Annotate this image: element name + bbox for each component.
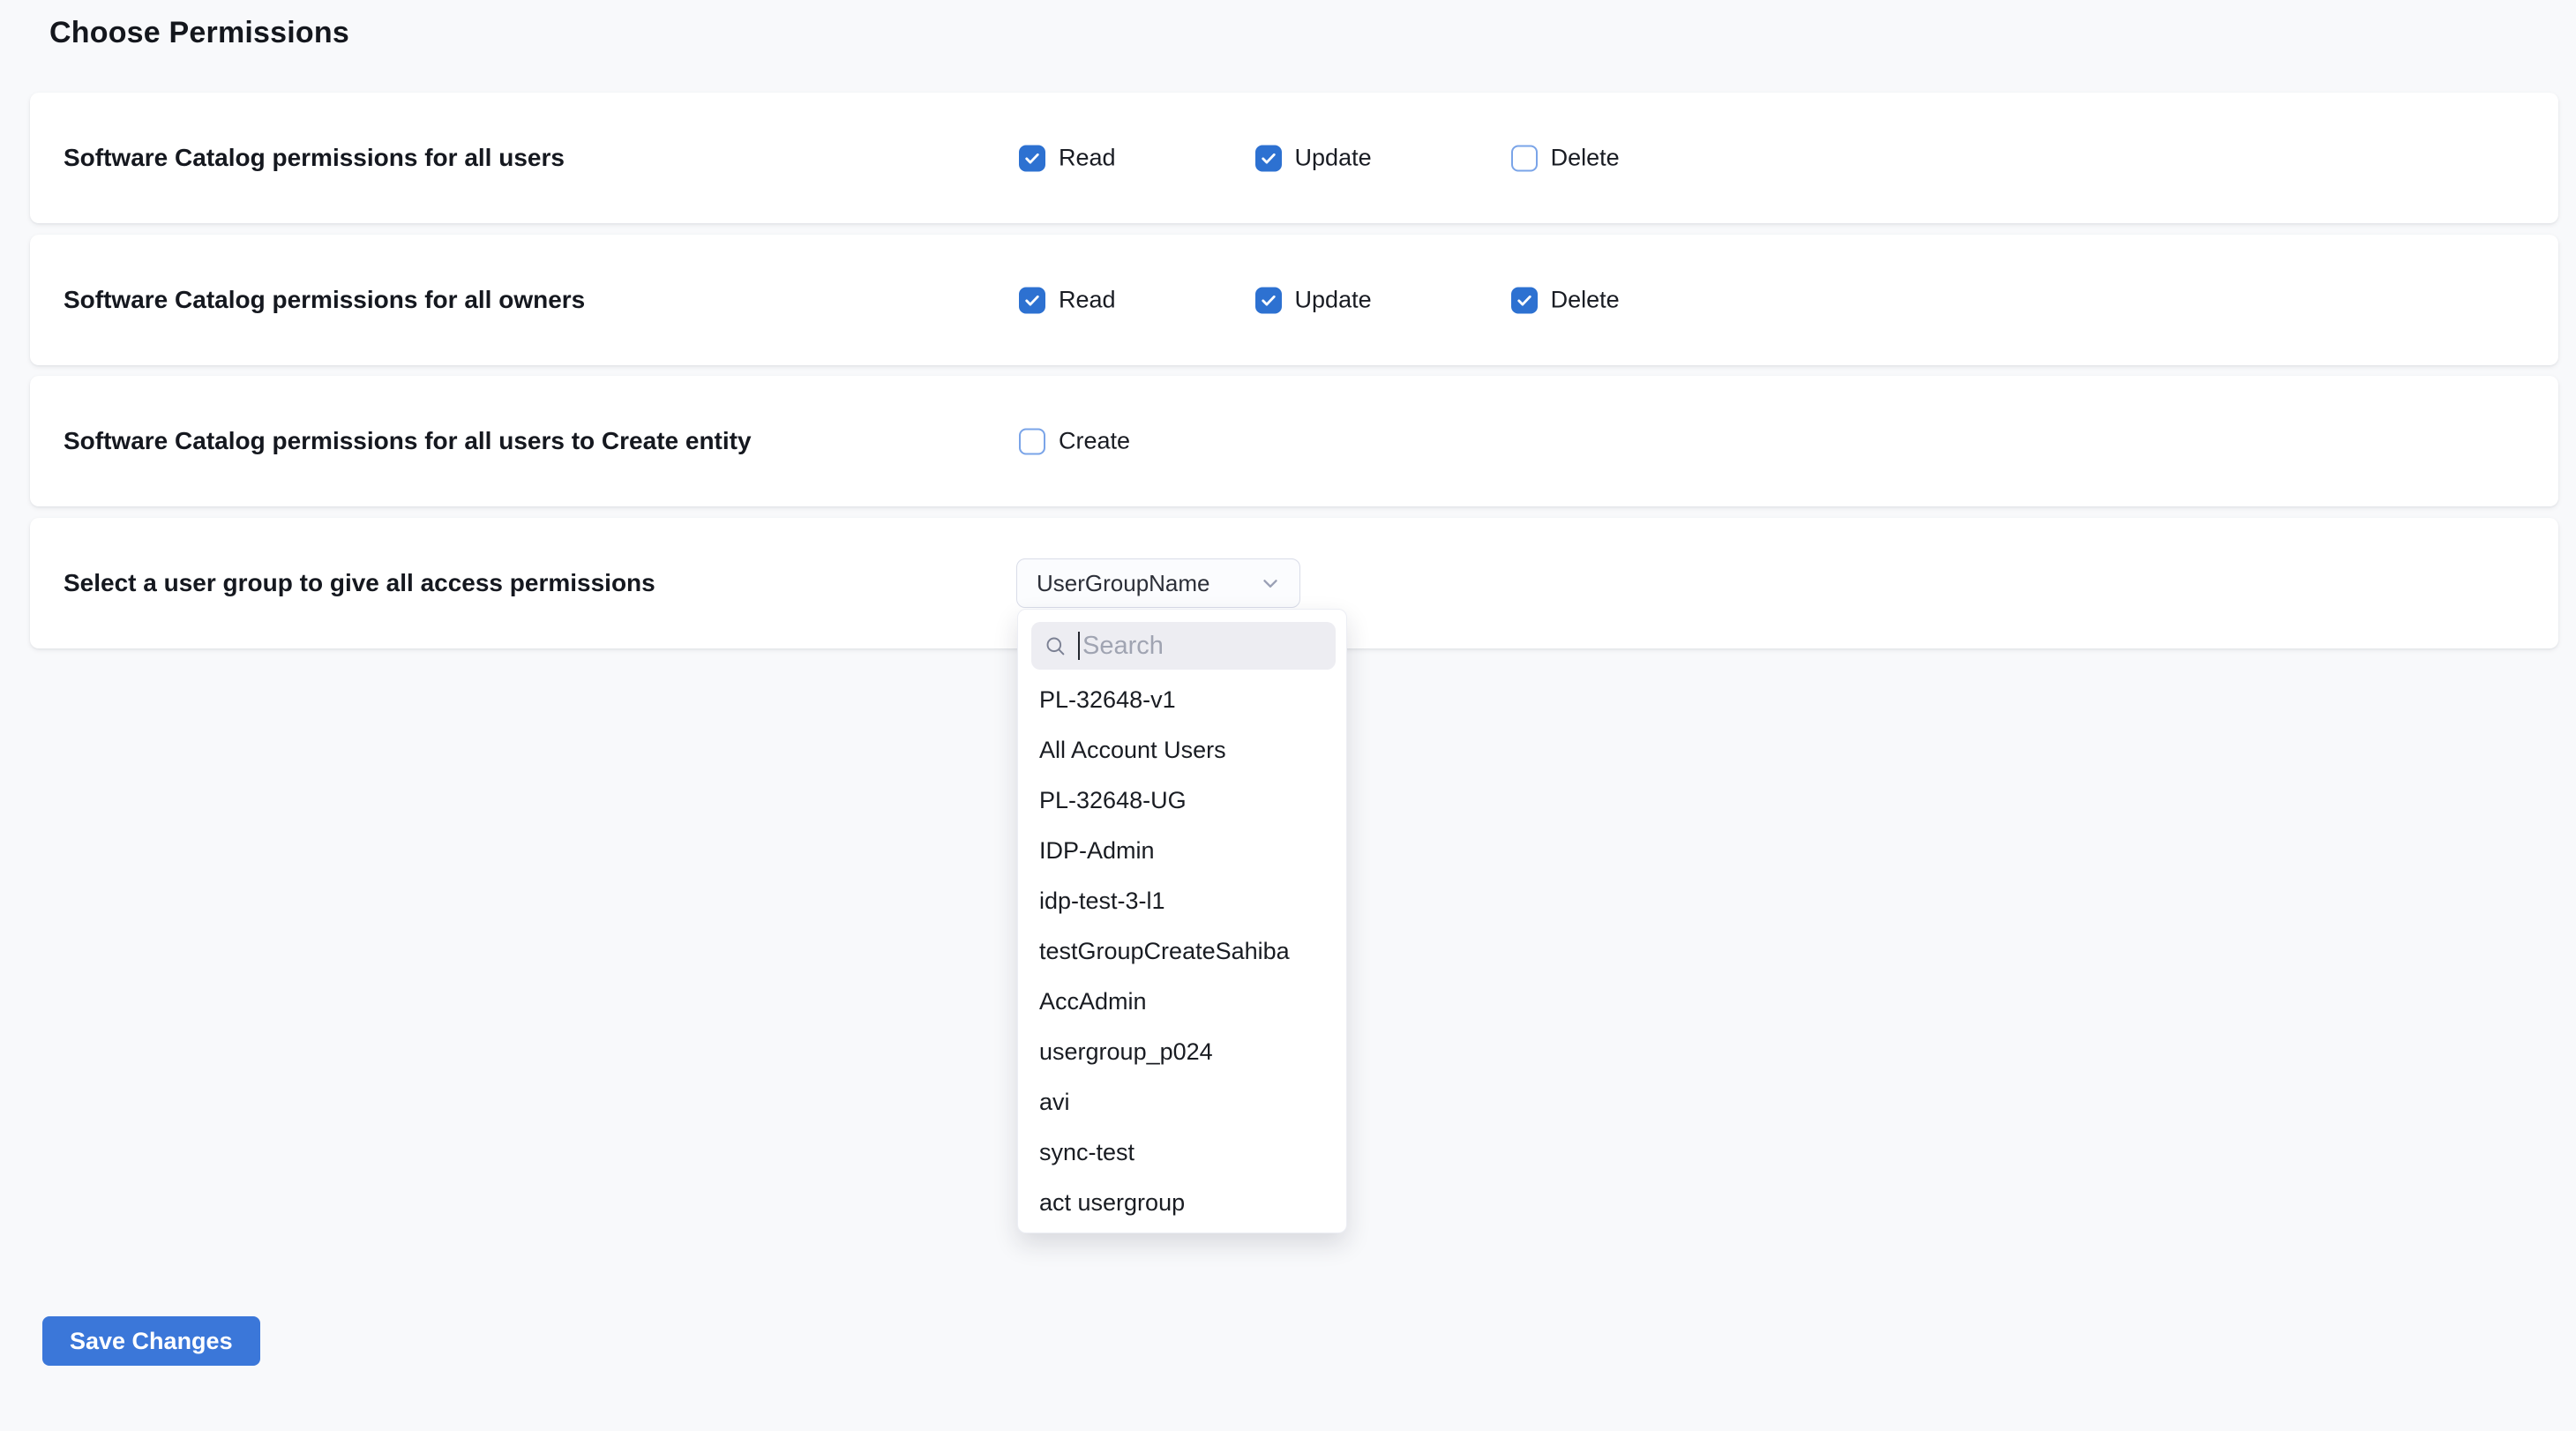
read-checkbox-item: Read xyxy=(1019,145,1116,172)
user-group-dropdown-panel: Search PL-32648-v1 All Account Users PL-… xyxy=(1017,609,1347,1233)
checkbox-group: Create xyxy=(1019,428,1130,455)
card-label: Select a user group to give all access p… xyxy=(64,569,655,597)
read-checkbox[interactable] xyxy=(1019,287,1045,313)
card-label: Software Catalog permissions for all own… xyxy=(64,286,585,314)
dropdown-value: UserGroupName xyxy=(1037,570,1259,597)
dropdown-option[interactable]: avi xyxy=(1018,1077,1346,1128)
create-checkbox[interactable] xyxy=(1019,428,1045,454)
card-label: Software Catalog permissions for all use… xyxy=(64,427,752,455)
dropdown-option[interactable]: PL-32648-UG xyxy=(1018,775,1346,826)
checkbox-label: Read xyxy=(1059,145,1116,172)
dropdown-option[interactable]: usergroup_p024 xyxy=(1018,1027,1346,1077)
permission-card-all-users: Software Catalog permissions for all use… xyxy=(30,93,2558,223)
dropdown-option[interactable]: act usergroup xyxy=(1018,1178,1346,1228)
check-icon xyxy=(1023,291,1041,309)
dropdown-option[interactable]: IDP-Admin xyxy=(1018,826,1346,876)
dropdown-option[interactable]: sync-test xyxy=(1018,1128,1346,1178)
user-group-dropdown[interactable]: UserGroupName xyxy=(1016,558,1300,608)
read-checkbox[interactable] xyxy=(1019,145,1045,171)
checkbox-label: Update xyxy=(1295,287,1372,314)
checkbox-label: Delete xyxy=(1551,145,1620,172)
dropdown-option[interactable]: idp-test-3-l1 xyxy=(1018,876,1346,926)
checkbox-label: Create xyxy=(1059,428,1130,455)
delete-checkbox[interactable] xyxy=(1511,145,1538,171)
search-icon xyxy=(1044,634,1067,658)
dropdown-option[interactable]: AccAdmin xyxy=(1018,977,1346,1027)
dropdown-option[interactable]: All Account Users xyxy=(1018,725,1346,775)
dropdown-option[interactable]: testGroupCreateSahiba xyxy=(1018,926,1346,977)
update-checkbox[interactable] xyxy=(1255,287,1282,313)
chevron-down-icon xyxy=(1259,572,1282,595)
update-checkbox-item: Update xyxy=(1255,287,1372,314)
text-caret xyxy=(1078,632,1080,660)
delete-checkbox-item: Delete xyxy=(1511,145,1620,172)
dropdown-option[interactable]: PL-32648-v1 xyxy=(1018,675,1346,725)
option-list: PL-32648-v1 All Account Users PL-32648-U… xyxy=(1018,675,1346,1228)
read-checkbox-item: Read xyxy=(1019,287,1116,314)
permission-card-all-owners: Software Catalog permissions for all own… xyxy=(30,235,2558,365)
checkbox-label: Read xyxy=(1059,287,1116,314)
delete-checkbox[interactable] xyxy=(1511,287,1538,313)
check-icon xyxy=(1023,149,1041,167)
checkbox-label: Delete xyxy=(1551,287,1620,314)
card-label: Software Catalog permissions for all use… xyxy=(64,144,565,172)
permission-card-create-entity: Software Catalog permissions for all use… xyxy=(30,376,2558,506)
save-changes-button[interactable]: Save Changes xyxy=(42,1316,260,1366)
checkbox-label: Update xyxy=(1295,145,1372,172)
checkbox-group: Read Update Delete xyxy=(1019,145,1620,172)
delete-checkbox-item: Delete xyxy=(1511,287,1620,314)
create-checkbox-item: Create xyxy=(1019,428,1130,455)
page-title: Choose Permissions xyxy=(49,16,349,50)
update-checkbox-item: Update xyxy=(1255,145,1372,172)
checkbox-group: Read Update Delete xyxy=(1019,287,1620,314)
update-checkbox[interactable] xyxy=(1255,145,1282,171)
search-placeholder: Search xyxy=(1082,632,1164,661)
check-icon xyxy=(1516,291,1533,309)
check-icon xyxy=(1260,149,1277,167)
search-input[interactable]: Search xyxy=(1031,622,1336,670)
check-icon xyxy=(1260,291,1277,309)
